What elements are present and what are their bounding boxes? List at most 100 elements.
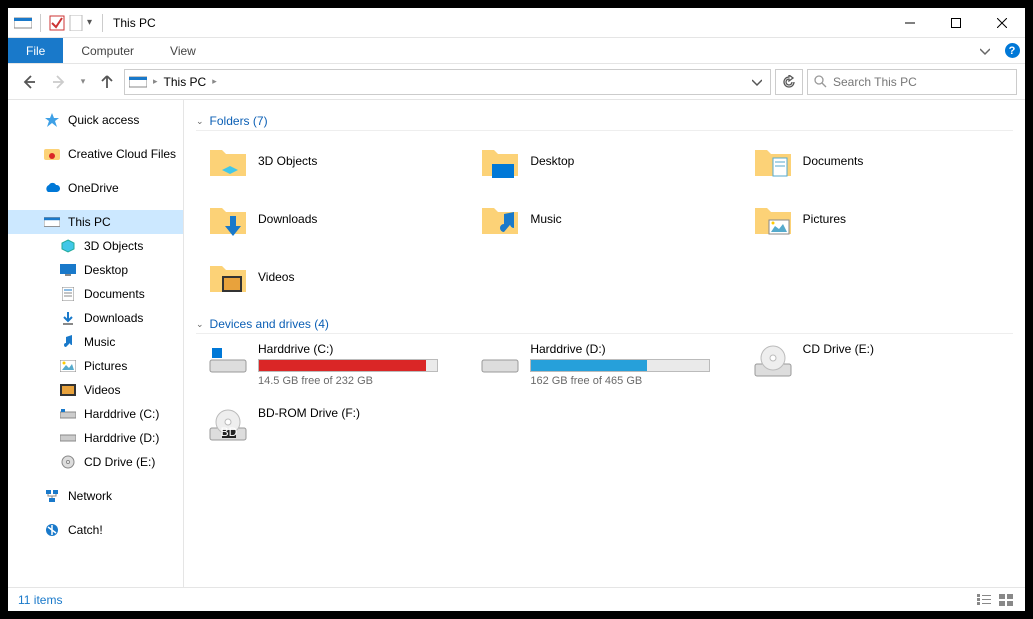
chevron-right-icon[interactable]: ▸: [153, 76, 158, 87]
tree-label: Network: [68, 489, 112, 503]
tree-label: Music: [84, 335, 115, 349]
tab-file[interactable]: File: [8, 38, 63, 63]
folder-label: Desktop: [530, 154, 574, 168]
help-button[interactable]: ?: [999, 38, 1025, 63]
tree-catch[interactable]: Catch!: [8, 518, 183, 542]
expand-ribbon-icon[interactable]: [971, 38, 999, 63]
maximize-button[interactable]: [933, 8, 979, 38]
breadcrumb[interactable]: ▸ This PC ▸: [124, 69, 771, 95]
folder-3d-objects[interactable]: 3D Objects: [208, 139, 468, 183]
folder-icon: [753, 143, 793, 179]
drive-free: 162 GB free of 465 GB: [530, 375, 740, 387]
tree-quick-access[interactable]: Quick access: [8, 108, 183, 132]
folder-music[interactable]: Music: [480, 197, 740, 241]
drive-free: 14.5 GB free of 232 GB: [258, 375, 468, 387]
drive-d[interactable]: Harddrive (D:) 162 GB free of 465 GB: [480, 342, 740, 392]
tree-desktop[interactable]: Desktop: [8, 258, 183, 282]
drive-bar-fill: [259, 360, 426, 371]
tree-label: Quick access: [68, 113, 139, 127]
folder-label: Downloads: [258, 212, 317, 226]
tab-view[interactable]: View: [152, 38, 214, 63]
navigation-pane: Quick access Creative Cloud Files OneDri…: [8, 100, 184, 587]
tree-network[interactable]: Network: [8, 484, 183, 508]
tree-3d-objects[interactable]: 3D Objects: [8, 234, 183, 258]
tree-label: Pictures: [84, 359, 127, 373]
document-icon: [60, 286, 76, 302]
search-icon: [814, 75, 827, 88]
forward-button[interactable]: [46, 69, 72, 95]
back-button[interactable]: [16, 69, 42, 95]
tree-cd-drive-e[interactable]: CD Drive (E:): [8, 450, 183, 474]
tree-videos[interactable]: Videos: [8, 378, 183, 402]
folder-label: Videos: [258, 270, 294, 284]
drive-icon: [60, 430, 76, 446]
group-folders-header[interactable]: ⌄ Folders (7): [196, 114, 1013, 131]
drive-icon: [480, 342, 520, 380]
folder-grid: 3D Objects Desktop Documents Downloads M…: [208, 139, 1013, 299]
folder-videos[interactable]: Videos: [208, 255, 468, 299]
address-bar: ▾ ▸ This PC ▸ Search This PC: [8, 64, 1025, 100]
folder-documents[interactable]: Documents: [753, 139, 1013, 183]
folder-pictures[interactable]: Pictures: [753, 197, 1013, 241]
star-icon: [44, 112, 60, 128]
content-pane: ⌄ Folders (7) 3D Objects Desktop Documen…: [184, 100, 1025, 587]
tree-harddrive-d[interactable]: Harddrive (D:): [8, 426, 183, 450]
tree-label: Creative Cloud Files: [68, 147, 176, 161]
chevron-down-icon: ⌄: [196, 116, 204, 127]
view-large-icons-button[interactable]: [997, 592, 1015, 608]
address-dropdown-icon[interactable]: [748, 77, 766, 87]
up-button[interactable]: [94, 69, 120, 95]
separator: [102, 14, 103, 32]
cube-icon: [60, 238, 76, 254]
chevron-right-icon[interactable]: ▸: [212, 76, 217, 87]
drive-grid: Harddrive (C:) 14.5 GB free of 232 GB Ha…: [208, 342, 1013, 456]
drive-info: Harddrive (D:) 162 GB free of 465 GB: [530, 342, 740, 387]
tree-harddrive-c[interactable]: Harddrive (C:): [8, 402, 183, 426]
qat-checkbox-icon[interactable]: [49, 15, 65, 31]
drive-info: CD Drive (E:): [803, 342, 1013, 356]
qat-page-icon[interactable]: [69, 15, 83, 31]
search-input[interactable]: Search This PC: [807, 69, 1017, 95]
tab-computer[interactable]: Computer: [63, 38, 152, 63]
group-drives-header[interactable]: ⌄ Devices and drives (4): [196, 317, 1013, 334]
download-icon: [60, 310, 76, 326]
drive-e[interactable]: CD Drive (E:): [753, 342, 1013, 392]
chevron-down-icon: ⌄: [196, 319, 204, 330]
explorer-icon: [14, 16, 32, 30]
tree-downloads[interactable]: Downloads: [8, 306, 183, 330]
folder-icon: [208, 259, 248, 295]
pc-icon: [129, 75, 147, 89]
refresh-button[interactable]: [775, 69, 803, 95]
drive-label: BD-ROM Drive (F:): [258, 406, 468, 420]
view-details-button[interactable]: [975, 592, 993, 608]
tree-pictures[interactable]: Pictures: [8, 354, 183, 378]
drive-c[interactable]: Harddrive (C:) 14.5 GB free of 232 GB: [208, 342, 468, 392]
tree-label: CD Drive (E:): [84, 455, 155, 469]
bd-drive-icon: BD: [208, 406, 248, 444]
tree-label: Downloads: [84, 311, 143, 325]
separator: [40, 14, 41, 32]
folder-desktop[interactable]: Desktop: [480, 139, 740, 183]
desktop-icon: [60, 262, 76, 278]
window-title: This PC: [113, 16, 156, 30]
close-button[interactable]: [979, 8, 1025, 38]
qat-dropdown-icon[interactable]: ▾: [87, 17, 92, 28]
recent-dropdown-icon[interactable]: ▾: [76, 69, 90, 95]
breadcrumb-this-pc[interactable]: This PC: [164, 75, 207, 89]
group-folders-label: Folders (7): [210, 114, 268, 128]
creative-cloud-icon: [44, 146, 60, 162]
tree-label: Catch!: [68, 523, 103, 537]
pictures-icon: [60, 358, 76, 374]
tree-this-pc[interactable]: This PC: [8, 210, 183, 234]
tree-onedrive[interactable]: OneDrive: [8, 176, 183, 200]
drive-info: BD-ROM Drive (F:): [258, 406, 468, 420]
tree-documents[interactable]: Documents: [8, 282, 183, 306]
folder-label: Music: [530, 212, 561, 226]
tree-creative-cloud[interactable]: Creative Cloud Files: [8, 142, 183, 166]
folder-downloads[interactable]: Downloads: [208, 197, 468, 241]
explorer-window: ▾ This PC File Computer View ? ▾ ▸ This …: [0, 0, 1033, 619]
drive-f[interactable]: BD BD-ROM Drive (F:): [208, 406, 468, 456]
tree-music[interactable]: Music: [8, 330, 183, 354]
minimize-button[interactable]: [887, 8, 933, 38]
tree-label: Harddrive (C:): [84, 407, 159, 421]
